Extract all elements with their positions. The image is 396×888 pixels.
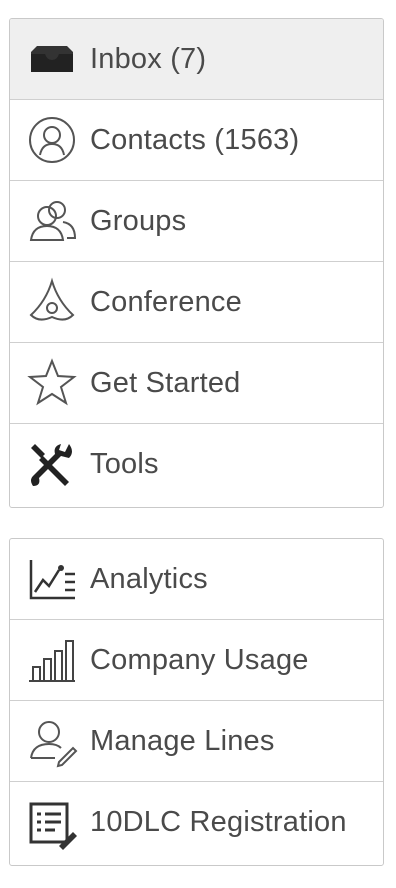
groups-icon [24, 193, 80, 249]
analytics-icon [24, 551, 80, 607]
menu-item-label: Analytics [90, 562, 208, 595]
menu-item-get-started[interactable]: Get Started [10, 343, 383, 424]
tools-icon [24, 437, 80, 493]
menu-item-10dlc-registration[interactable]: 10DLC Registration [10, 782, 383, 863]
menu-item-label: Contacts (1563) [90, 123, 300, 156]
registration-icon [24, 795, 80, 851]
menu-item-company-usage[interactable]: Company Usage [10, 620, 383, 701]
menu-item-conference[interactable]: Conference [10, 262, 383, 343]
menu-item-label: Manage Lines [90, 724, 275, 757]
menu-item-label: Inbox (7) [90, 42, 207, 75]
menu-item-label: 10DLC Registration [90, 806, 347, 838]
star-icon [24, 355, 80, 411]
contact-icon [24, 112, 80, 168]
menu-item-label: Groups [90, 204, 187, 237]
conference-icon [24, 274, 80, 330]
inbox-icon [24, 31, 80, 87]
menu-item-inbox[interactable]: Inbox (7) [10, 19, 383, 100]
menu-item-label: Tools [90, 448, 159, 480]
menu-item-manage-lines[interactable]: Manage Lines [10, 701, 383, 782]
menu-item-groups[interactable]: Groups [10, 181, 383, 262]
menu-item-contacts[interactable]: Contacts (1563) [10, 100, 383, 181]
bar-chart-icon [24, 632, 80, 688]
secondary-menu: Analytics Company Usage Manage Lines 10D… [9, 538, 384, 866]
menu-item-label: Conference [90, 285, 242, 318]
user-edit-icon [24, 713, 80, 769]
primary-menu: Inbox (7) Contacts (1563) Groups Confere… [9, 18, 384, 508]
menu-item-label: Get Started [90, 366, 241, 399]
menu-item-analytics[interactable]: Analytics [10, 539, 383, 620]
menu-item-label: Company Usage [90, 643, 309, 676]
menu-item-tools[interactable]: Tools [10, 424, 383, 505]
